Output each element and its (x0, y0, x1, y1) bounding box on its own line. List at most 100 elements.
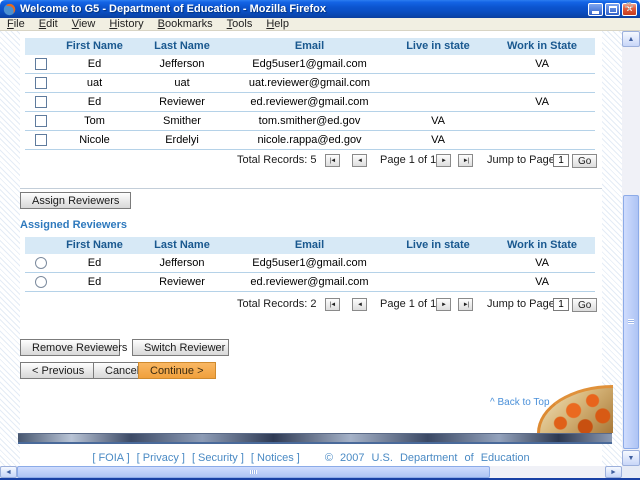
page-indicator: Page 1 of 1 (380, 296, 432, 313)
cell-last-name: Reviewer (132, 273, 232, 292)
cell-first-name: Ed (57, 254, 132, 273)
minimize-icon (592, 11, 599, 14)
available-pagination: Total Records: 5 |◄ ◄ Page 1 of 1 ► ►| J… (0, 152, 622, 169)
cell-last-name: Erdelyi (132, 131, 232, 150)
row-radio[interactable] (35, 276, 47, 288)
row-checkbox[interactable] (35, 77, 47, 89)
total-records-label: Total Records: 5 (237, 152, 316, 169)
assigned-reviewers-table: First Name Last Name Email Live in state… (25, 237, 595, 292)
menu-bar: File Edit View History Bookmarks Tools H… (0, 18, 640, 31)
cell-work-in-state (489, 112, 595, 131)
cell-last-name: uat (132, 74, 232, 93)
row-checkbox[interactable] (35, 96, 47, 108)
back-to-top-link[interactable]: ^ Back to Top (490, 397, 550, 408)
row-select-cell (25, 112, 57, 131)
first-page-icon: |◄ (330, 158, 336, 164)
vertical-scrollbar[interactable]: ▲ ▼ (622, 31, 640, 466)
title-bar: Welcome to G5 - Department of Education … (0, 0, 640, 18)
vertical-scrollbar-thumb[interactable] (623, 195, 639, 449)
first-page-button[interactable]: |◄ (325, 298, 340, 311)
jump-to-page-label: Jump to Page (487, 296, 555, 313)
column-header-first-name: First Name (57, 237, 132, 254)
jump-to-page-input[interactable] (553, 154, 569, 167)
caret-up-icon: ^ (490, 397, 495, 408)
cell-first-name: Ed (57, 55, 132, 74)
previous-page-button[interactable]: ◄ (352, 154, 367, 167)
menu-view[interactable]: View (65, 18, 103, 31)
arrow-up-icon: ▲ (628, 36, 635, 43)
go-button[interactable]: Go (572, 298, 597, 312)
cell-email: Edg5user1@gmail.com (232, 55, 387, 74)
row-select-cell (25, 254, 57, 273)
cell-first-name: Ed (57, 273, 132, 292)
row-select-cell (25, 131, 57, 150)
scroll-down-button[interactable]: ▼ (622, 450, 640, 466)
scroll-up-button[interactable]: ▲ (622, 31, 640, 47)
cell-first-name: Ed (57, 93, 132, 112)
throbber-icon (625, 2, 633, 10)
previous-page-button[interactable]: ◄ (352, 298, 367, 311)
foia-link[interactable]: [ FOIA ] (92, 452, 129, 464)
row-checkbox[interactable] (35, 115, 47, 127)
menu-tools[interactable]: Tools (220, 18, 260, 31)
horizontal-scrollbar[interactable]: ◄ ► (0, 466, 622, 478)
footer: [ FOIA ] [ Privacy ] [ Security ] [ Noti… (0, 452, 622, 464)
row-radio[interactable] (35, 257, 47, 269)
copyright-text: © 2007 U.S. Department of Education (325, 452, 530, 464)
menu-file[interactable]: File (0, 18, 32, 31)
cell-email: ed.reviewer@gmail.com (232, 93, 387, 112)
row-checkbox[interactable] (35, 58, 47, 70)
previous-page-icon: ◄ (357, 302, 362, 308)
remove-reviewers-button[interactable]: Remove Reviewers (20, 339, 120, 356)
switch-reviewer-button[interactable]: Switch Reviewer (132, 339, 229, 356)
menu-help[interactable]: Help (259, 18, 296, 31)
cell-email: Edg5user1@gmail.com (232, 254, 387, 273)
privacy-link[interactable]: [ Privacy ] (137, 452, 185, 464)
cell-work-in-state (489, 131, 595, 150)
scroll-right-button[interactable]: ► (605, 466, 622, 478)
cell-work-in-state: VA (489, 93, 595, 112)
cell-live-in-state: VA (387, 112, 489, 131)
cell-work-in-state: VA (489, 55, 595, 74)
first-page-button[interactable]: |◄ (325, 154, 340, 167)
minimize-button[interactable] (588, 3, 603, 16)
maximize-button[interactable] (605, 3, 620, 16)
arrow-right-icon: ► (610, 469, 617, 476)
menu-history[interactable]: History (102, 18, 150, 31)
arrow-down-icon: ▼ (628, 455, 635, 462)
cell-live-in-state: VA (387, 131, 489, 150)
last-page-button[interactable]: ►| (458, 154, 473, 167)
jump-to-page-input[interactable] (553, 298, 569, 311)
cell-work-in-state: VA (489, 273, 595, 292)
scroll-left-button[interactable]: ◄ (0, 466, 17, 478)
next-page-icon: ► (441, 302, 446, 308)
column-header-work-in-state: Work in State (489, 237, 595, 254)
notices-link[interactable]: [ Notices ] (251, 452, 300, 464)
go-button[interactable]: Go (572, 154, 597, 168)
next-page-button[interactable]: ► (436, 298, 451, 311)
previous-button[interactable]: < Previous (20, 362, 96, 379)
next-page-button[interactable]: ► (436, 154, 451, 167)
menu-bookmarks[interactable]: Bookmarks (151, 18, 220, 31)
row-select-cell (25, 74, 57, 93)
maximize-icon (609, 6, 617, 13)
cell-last-name: Jefferson (132, 55, 232, 74)
assign-reviewers-button[interactable]: Assign Reviewers (20, 192, 131, 209)
total-records-label: Total Records: 2 (237, 296, 316, 313)
scrollbar-corner (622, 466, 640, 478)
footer-gradient-bar (18, 433, 612, 444)
assigned-pagination: Total Records: 2 |◄ ◄ Page 1 of 1 ► ►| J… (0, 296, 622, 313)
security-link[interactable]: [ Security ] (192, 452, 244, 464)
horizontal-scrollbar-thumb[interactable] (17, 466, 490, 478)
cell-work-in-state (489, 74, 595, 93)
column-header-last-name: Last Name (132, 38, 232, 55)
column-header-email: Email (232, 38, 387, 55)
row-checkbox[interactable] (35, 134, 47, 146)
continue-button[interactable]: Continue > (138, 362, 216, 379)
next-page-icon: ► (441, 158, 446, 164)
browser-window: Welcome to G5 - Department of Education … (0, 0, 640, 480)
last-page-button[interactable]: ►| (458, 298, 473, 311)
menu-edit[interactable]: Edit (32, 18, 65, 31)
first-page-icon: |◄ (330, 302, 336, 308)
column-header-first-name: First Name (57, 38, 132, 55)
